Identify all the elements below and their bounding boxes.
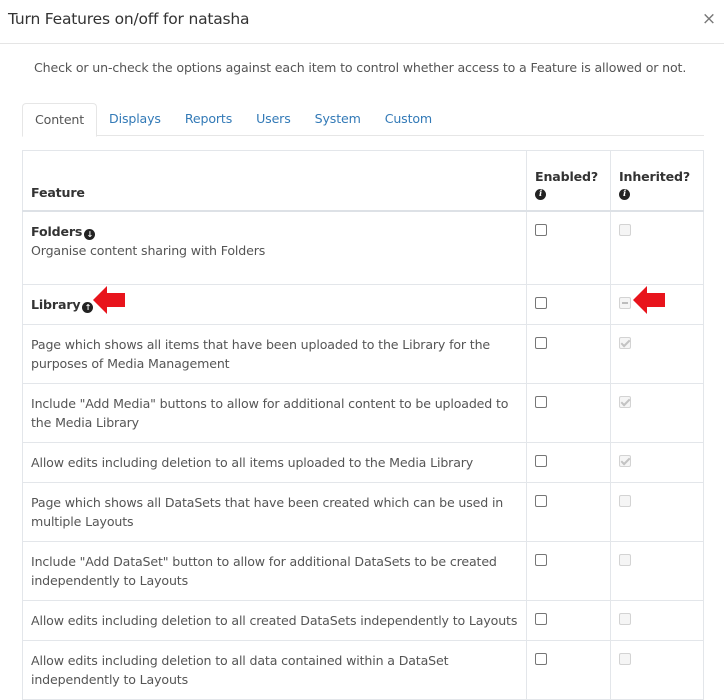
- column-header-enabled: Enabled? i: [526, 150, 611, 212]
- column-header-feature: Feature: [21, 150, 528, 212]
- inherited-cell: [610, 324, 704, 384]
- tab-custom[interactable]: Custom: [373, 103, 444, 136]
- inherited-cell: [610, 383, 704, 443]
- tab-system[interactable]: System: [303, 103, 373, 136]
- enabled-cell: [526, 640, 611, 700]
- enabled-checkbox[interactable]: [535, 455, 548, 467]
- annotation-arrow-left-icon: [93, 286, 125, 314]
- feature-cell: Page which shows all DataSets that have …: [21, 482, 528, 542]
- inherited-cell: [610, 442, 704, 483]
- annotation-arrow-left-icon: [633, 286, 665, 314]
- enabled-cell: [526, 383, 611, 443]
- tab-displays[interactable]: Displays: [97, 103, 173, 136]
- feature-group-title[interactable]: Library: [31, 297, 81, 312]
- feature-group-row: Folders ↓ Organise content sharing with Fo…: [21, 210, 704, 285]
- enabled-cell: [526, 600, 611, 641]
- inherited-checkbox: [619, 455, 631, 467]
- feature-tabs: Content Displays Reports Users System Custom: [22, 103, 704, 137]
- inherited-checkbox: [619, 653, 631, 665]
- inherited-checkbox: [619, 337, 631, 349]
- close-button[interactable]: ×: [700, 8, 718, 30]
- inherited-checkbox: [619, 495, 631, 507]
- enabled-cell: [526, 442, 611, 483]
- arrow-circle-down-icon[interactable]: ↓: [84, 228, 96, 240]
- feature-item-row: Include "Add DataSet" button to allow fo…: [21, 541, 704, 601]
- inherited-cell: [610, 482, 704, 542]
- arrow-circle-up-icon[interactable]: ↑: [82, 302, 94, 313]
- inherited-checkbox: [619, 613, 631, 625]
- tab-content[interactable]: Content: [22, 103, 98, 137]
- enabled-cell: [526, 541, 611, 601]
- feature-description: Page which shows all DataSets that have …: [31, 495, 504, 529]
- enabled-checkbox[interactable]: [535, 613, 548, 625]
- info-circle-icon[interactable]: i: [619, 188, 630, 200]
- tab-reports[interactable]: Reports: [173, 103, 244, 136]
- feature-cell: Allow edits including deletion to all cr…: [21, 600, 528, 641]
- features-table: Feature Enabled? i Inherited? i Folders ↓…: [21, 150, 704, 700]
- tab-users[interactable]: Users: [244, 103, 303, 136]
- feature-description: Organise content sharing with Folders: [31, 242, 266, 258]
- feature-item-row: Page which shows all DataSets that have …: [21, 482, 704, 542]
- info-circle-icon[interactable]: i: [535, 188, 547, 200]
- inherited-checkbox: [619, 223, 631, 236]
- inherited-checkbox: [619, 554, 631, 566]
- feature-item-row: Page which shows all items that have bee…: [21, 324, 704, 384]
- feature-description: Page which shows all items that have bee…: [31, 337, 491, 371]
- enabled-cell: [526, 210, 611, 285]
- enabled-checkbox[interactable]: [535, 223, 548, 236]
- feature-cell: Folders ↓ Organise content sharing with Fo…: [21, 210, 528, 285]
- inherited-cell: [610, 600, 704, 641]
- inherited-cell: [610, 640, 704, 700]
- feature-description: Include "Add DataSet" button to allow fo…: [31, 554, 497, 588]
- modal-header: Turn Features on/off for natasha ×: [0, 0, 724, 44]
- close-icon: ×: [701, 9, 717, 29]
- feature-group-title[interactable]: Folders: [31, 224, 82, 239]
- enabled-checkbox[interactable]: [535, 495, 548, 507]
- inherited-cell: [610, 210, 704, 285]
- feature-cell: Page which shows all items that have bee…: [21, 324, 528, 384]
- feature-cell: Include "Add DataSet" button to allow fo…: [21, 541, 528, 601]
- feature-item-row: Allow edits including deletion to all it…: [21, 442, 704, 483]
- feature-cell: Allow edits including deletion to all it…: [21, 442, 528, 483]
- enabled-checkbox[interactable]: [535, 337, 548, 349]
- feature-cell: Allow edits including deletion to all da…: [21, 640, 528, 700]
- inherited-cell: [610, 541, 704, 601]
- feature-description: Allow edits including deletion to all it…: [31, 455, 474, 470]
- feature-item-row: Allow edits including deletion to all da…: [21, 640, 704, 700]
- feature-description: Include "Add Media" buttons to allow for…: [31, 396, 509, 430]
- feature-item-row: Allow edits including deletion to all cr…: [21, 600, 704, 641]
- enabled-checkbox[interactable]: [535, 297, 548, 309]
- enabled-checkbox[interactable]: [535, 653, 548, 665]
- modal-description: Check or un-check the options against ea…: [34, 60, 687, 75]
- feature-item-row: Include "Add Media" buttons to allow for…: [21, 383, 704, 443]
- enabled-cell: [526, 324, 611, 384]
- feature-description: Allow edits including deletion to all da…: [31, 653, 449, 687]
- enabled-checkbox[interactable]: [535, 554, 548, 566]
- table-header-row: Feature Enabled? i Inherited? i: [21, 150, 704, 212]
- inherited-checkbox: [619, 297, 631, 309]
- inherited-checkbox: [619, 396, 631, 408]
- modal-title: Turn Features on/off for natasha: [8, 10, 250, 28]
- feature-description: Allow edits including deletion to all cr…: [31, 613, 518, 628]
- column-header-inherited: Inherited? i: [610, 150, 704, 212]
- enabled-checkbox[interactable]: [535, 396, 548, 408]
- enabled-cell: [526, 284, 611, 325]
- enabled-cell: [526, 482, 611, 542]
- feature-cell: Include "Add Media" buttons to allow for…: [21, 383, 528, 443]
